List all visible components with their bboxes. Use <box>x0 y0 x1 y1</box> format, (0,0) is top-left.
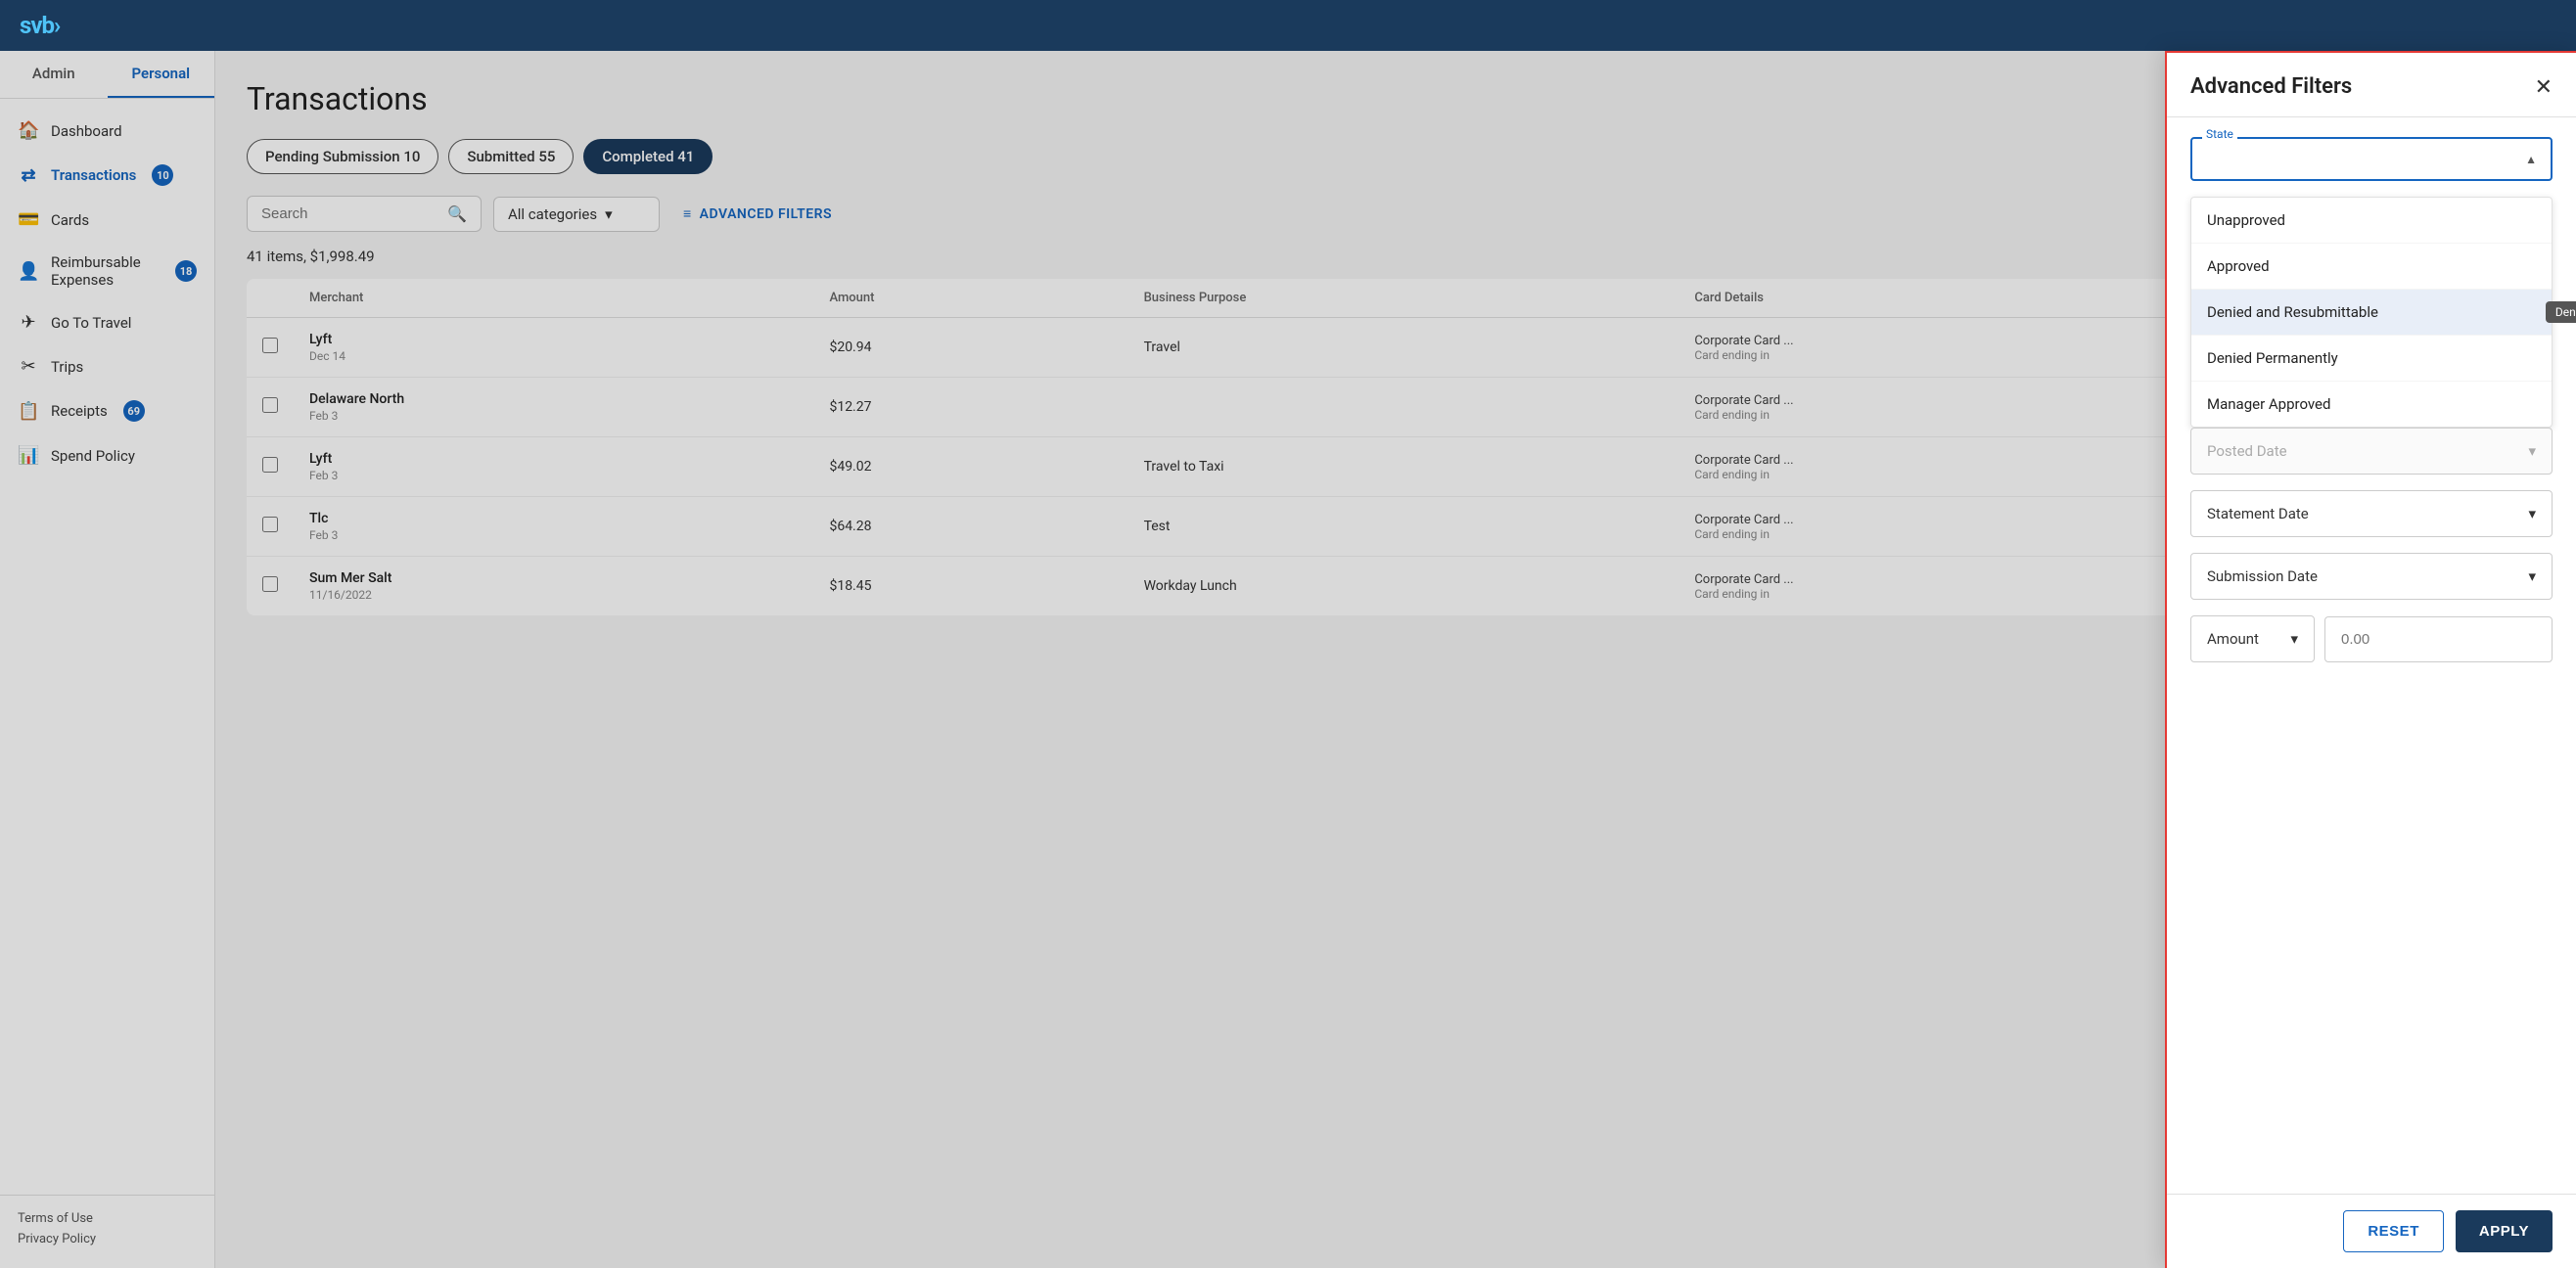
state-label: State <box>2202 127 2237 141</box>
chevron-down-icon: ▾ <box>2528 442 2536 460</box>
statement-date-label: Statement Date <box>2207 505 2309 522</box>
state-dropdown-container: State ▲ <box>2190 137 2553 181</box>
amount-input[interactable] <box>2324 616 2553 662</box>
posted-date-label: Posted Date <box>2207 442 2287 460</box>
amount-label: Amount <box>2207 630 2259 648</box>
state-input[interactable] <box>2206 151 2525 167</box>
submission-date-label: Submission Date <box>2207 567 2318 585</box>
option-denied-permanently[interactable]: Denied Permanently <box>2191 336 2552 382</box>
panel-footer: RESET APPLY <box>2167 1194 2576 1268</box>
posted-date-select[interactable]: Posted Date ▾ <box>2190 428 2553 475</box>
chevron-down-icon: ▾ <box>2290 630 2298 648</box>
option-denied-resubmittable[interactable]: Denied and Resubmittable Denied and Resu… <box>2191 290 2552 336</box>
reset-button[interactable]: RESET <box>2343 1210 2444 1252</box>
state-input-row[interactable]: ▲ <box>2190 137 2553 181</box>
amount-row: Amount ▾ <box>2190 615 2553 662</box>
apply-button[interactable]: APPLY <box>2456 1210 2553 1252</box>
chevron-down-icon: ▾ <box>2528 567 2536 585</box>
panel-title: Advanced Filters <box>2190 74 2352 99</box>
state-dropdown-options: Unapproved Approved Denied and Resubmitt… <box>2190 197 2553 428</box>
statement-date-select[interactable]: Statement Date ▾ <box>2190 490 2553 537</box>
amount-select[interactable]: Amount ▾ <box>2190 615 2315 662</box>
panel-header: Advanced Filters ✕ <box>2167 53 2576 117</box>
tooltip-denied-resubmittable: Denied and Resubm... <box>2546 301 2576 323</box>
app-body: Admin Personal 🏠 Dashboard ⇄ Transaction… <box>0 51 2576 1268</box>
option-approved[interactable]: Approved <box>2191 244 2552 290</box>
chevron-down-icon: ▾ <box>2528 505 2536 522</box>
advanced-filters-panel: Advanced Filters ✕ State ▲ Unapproved Ap… <box>2165 51 2576 1268</box>
panel-body: State ▲ Unapproved Approved Denied and R… <box>2167 117 2576 1194</box>
chevron-up-icon: ▲ <box>2525 153 2537 166</box>
submission-date-select[interactable]: Submission Date ▾ <box>2190 553 2553 600</box>
panel-close-button[interactable]: ✕ <box>2535 76 2553 98</box>
svb-logo: svb› <box>20 12 60 39</box>
top-bar: svb› <box>0 0 2576 51</box>
option-unapproved[interactable]: Unapproved <box>2191 198 2552 244</box>
option-manager-approved[interactable]: Manager Approved <box>2191 382 2552 427</box>
